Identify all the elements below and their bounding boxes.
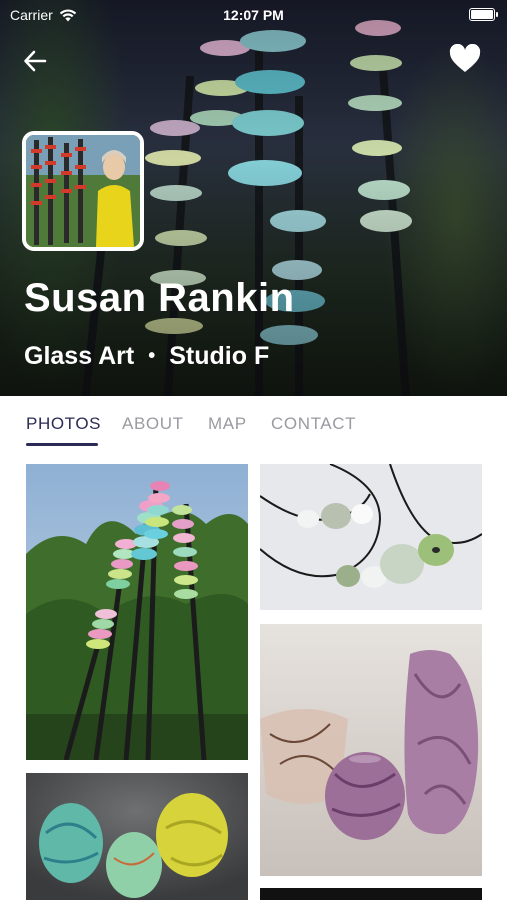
- active-tab-indicator: [26, 443, 98, 446]
- back-arrow-icon: [24, 50, 47, 72]
- tab-bar: PHOTOS ABOUT MAP CONTACT: [0, 396, 507, 448]
- heart-icon: [449, 43, 481, 72]
- photo-tile-dark[interactable]: [260, 888, 482, 900]
- status-bar: Carrier 12:07 PM: [0, 0, 507, 30]
- artist-subtitle: Glass Art • Studio F: [24, 342, 269, 371]
- favorite-button[interactable]: [449, 43, 481, 74]
- tab-contact[interactable]: CONTACT: [271, 414, 356, 434]
- photo-tile-eggs[interactable]: [26, 773, 248, 900]
- photo-tile-sculptures[interactable]: [26, 464, 248, 760]
- tab-photos[interactable]: PHOTOS: [26, 414, 101, 434]
- tab-about[interactable]: ABOUT: [122, 414, 184, 434]
- photo-tile-vases[interactable]: [260, 624, 482, 876]
- artist-name: Susan Rankin: [24, 276, 295, 320]
- status-time: 12:07 PM: [223, 7, 284, 23]
- subtitle-separator: •: [148, 345, 156, 367]
- artist-medium: Glass Art: [24, 342, 135, 370]
- photo-tile-necklaces[interactable]: [260, 464, 482, 610]
- tab-map[interactable]: MAP: [208, 414, 247, 434]
- artist-studio: Studio F: [169, 342, 270, 370]
- battery-icon: [469, 8, 498, 21]
- photo-grid: [0, 448, 507, 900]
- artist-avatar: [22, 131, 144, 251]
- back-button[interactable]: [22, 48, 48, 74]
